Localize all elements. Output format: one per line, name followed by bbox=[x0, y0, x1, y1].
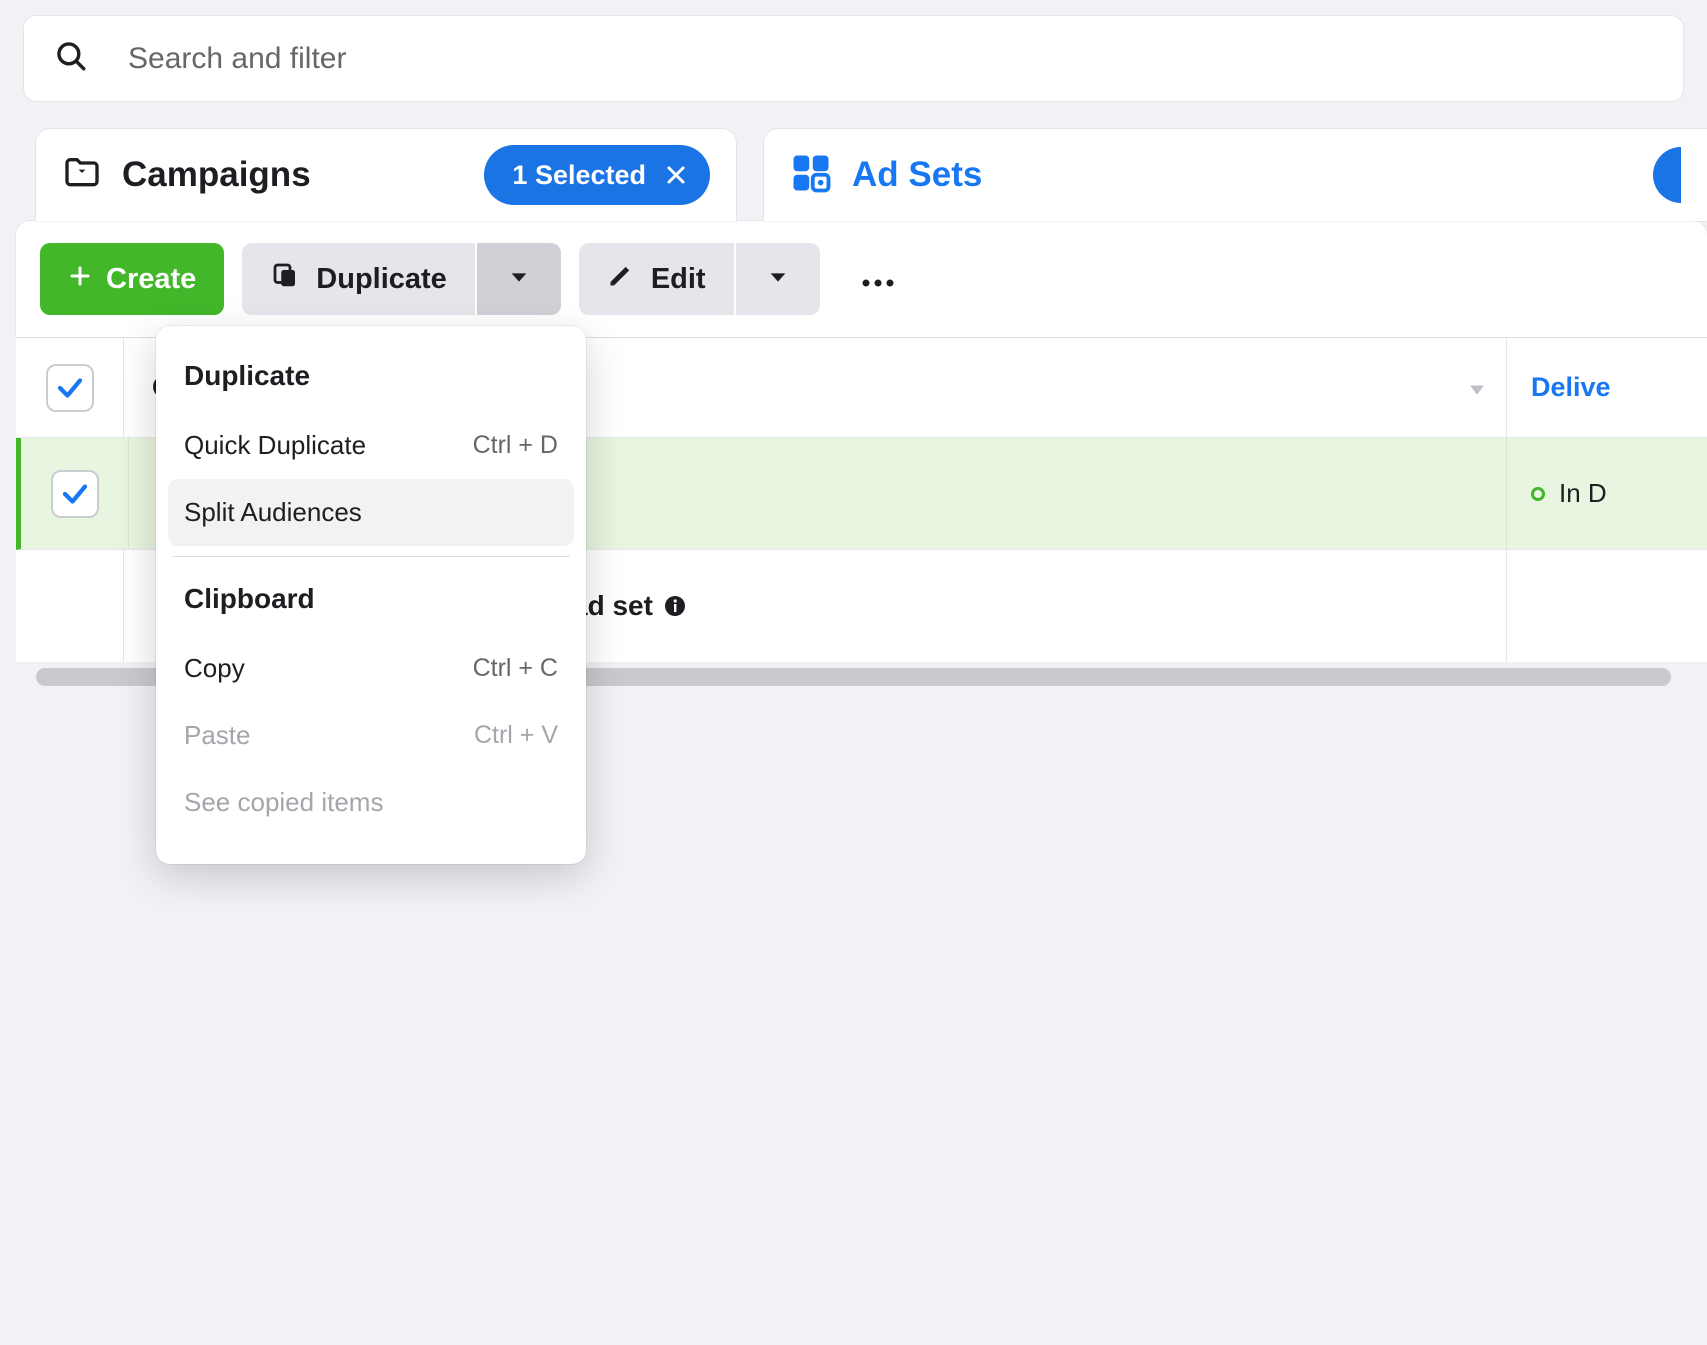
duplicate-icon bbox=[270, 260, 316, 298]
create-button-label: Create bbox=[106, 263, 196, 296]
duplicate-button[interactable]: Duplicate bbox=[242, 243, 475, 315]
menu-quick-duplicate-label: Quick Duplicate bbox=[184, 430, 366, 461]
edit-button-group: Edit bbox=[579, 243, 820, 315]
dropdown-section-clipboard: Clipboard bbox=[168, 571, 574, 635]
row-select-cell[interactable] bbox=[21, 438, 129, 549]
search-icon bbox=[54, 39, 88, 78]
tabs-row: Campaigns 1 Selected Ad Sets bbox=[36, 129, 1707, 221]
plus-icon bbox=[68, 263, 106, 296]
menu-split-audiences[interactable]: Split Audiences bbox=[168, 479, 574, 546]
menu-quick-duplicate[interactable]: Quick Duplicate Ctrl + D bbox=[168, 412, 574, 479]
menu-copy-shortcut: Ctrl + C bbox=[473, 654, 558, 683]
close-icon[interactable] bbox=[664, 163, 688, 187]
menu-quick-duplicate-shortcut: Ctrl + D bbox=[473, 431, 558, 460]
selected-chip-peek bbox=[1653, 147, 1681, 203]
search-input[interactable] bbox=[128, 42, 1653, 76]
menu-see-copied: See copied items bbox=[168, 769, 574, 836]
duplicate-button-group: Duplicate bbox=[242, 243, 561, 315]
adsets-icon bbox=[790, 152, 832, 199]
menu-copy-label: Copy bbox=[184, 653, 245, 684]
menu-see-copied-label: See copied items bbox=[184, 787, 383, 818]
select-all-cell[interactable] bbox=[16, 338, 124, 437]
dropdown-divider bbox=[172, 556, 570, 557]
folder-icon bbox=[62, 153, 102, 198]
menu-paste-label: Paste bbox=[184, 720, 251, 751]
menu-paste-shortcut: Ctrl + V bbox=[474, 721, 558, 750]
selected-chip-label: 1 Selected bbox=[512, 160, 646, 191]
sort-icon[interactable] bbox=[1468, 372, 1486, 403]
tab-adsets[interactable]: Ad Sets bbox=[764, 129, 1707, 221]
row-checkbox[interactable] bbox=[51, 470, 99, 518]
duplicate-button-label: Duplicate bbox=[316, 263, 447, 296]
search-bar[interactable] bbox=[24, 16, 1683, 101]
tab-campaigns[interactable]: Campaigns 1 Selected bbox=[36, 129, 736, 221]
status-dot-icon bbox=[1531, 487, 1545, 501]
column-delivery[interactable]: Delive bbox=[1507, 338, 1707, 437]
edit-button-label: Edit bbox=[651, 263, 706, 296]
more-icon bbox=[861, 263, 895, 296]
selected-chip[interactable]: 1 Selected bbox=[484, 145, 710, 205]
row-delivery-label: In D bbox=[1559, 478, 1607, 509]
menu-paste: Paste Ctrl + V bbox=[168, 702, 574, 769]
menu-copy[interactable]: Copy Ctrl + C bbox=[168, 635, 574, 702]
row-delivery-cell: In D bbox=[1507, 438, 1707, 549]
edit-button[interactable]: Edit bbox=[579, 243, 734, 315]
menu-split-audiences-label: Split Audiences bbox=[184, 497, 362, 528]
summary-delivery bbox=[1507, 550, 1707, 662]
create-button[interactable]: Create bbox=[40, 243, 224, 315]
pencil-icon bbox=[607, 261, 651, 297]
edit-dropdown-button[interactable] bbox=[736, 243, 820, 315]
more-button[interactable] bbox=[838, 243, 918, 315]
summary-pad bbox=[16, 550, 124, 662]
duplicate-dropdown-menu: Duplicate Quick Duplicate Ctrl + D Split… bbox=[156, 326, 586, 864]
chevron-down-icon bbox=[767, 263, 789, 296]
toolbar: Create Duplicate E bbox=[16, 221, 1707, 337]
info-icon[interactable] bbox=[663, 594, 687, 618]
dropdown-section-duplicate: Duplicate bbox=[168, 348, 574, 412]
tab-adsets-label: Ad Sets bbox=[852, 155, 982, 195]
column-delivery-label: Delive bbox=[1531, 372, 1611, 403]
chevron-down-icon bbox=[508, 263, 530, 296]
duplicate-dropdown-button[interactable] bbox=[477, 243, 561, 315]
select-all-checkbox[interactable] bbox=[46, 364, 94, 412]
tab-campaigns-label: Campaigns bbox=[122, 155, 311, 195]
